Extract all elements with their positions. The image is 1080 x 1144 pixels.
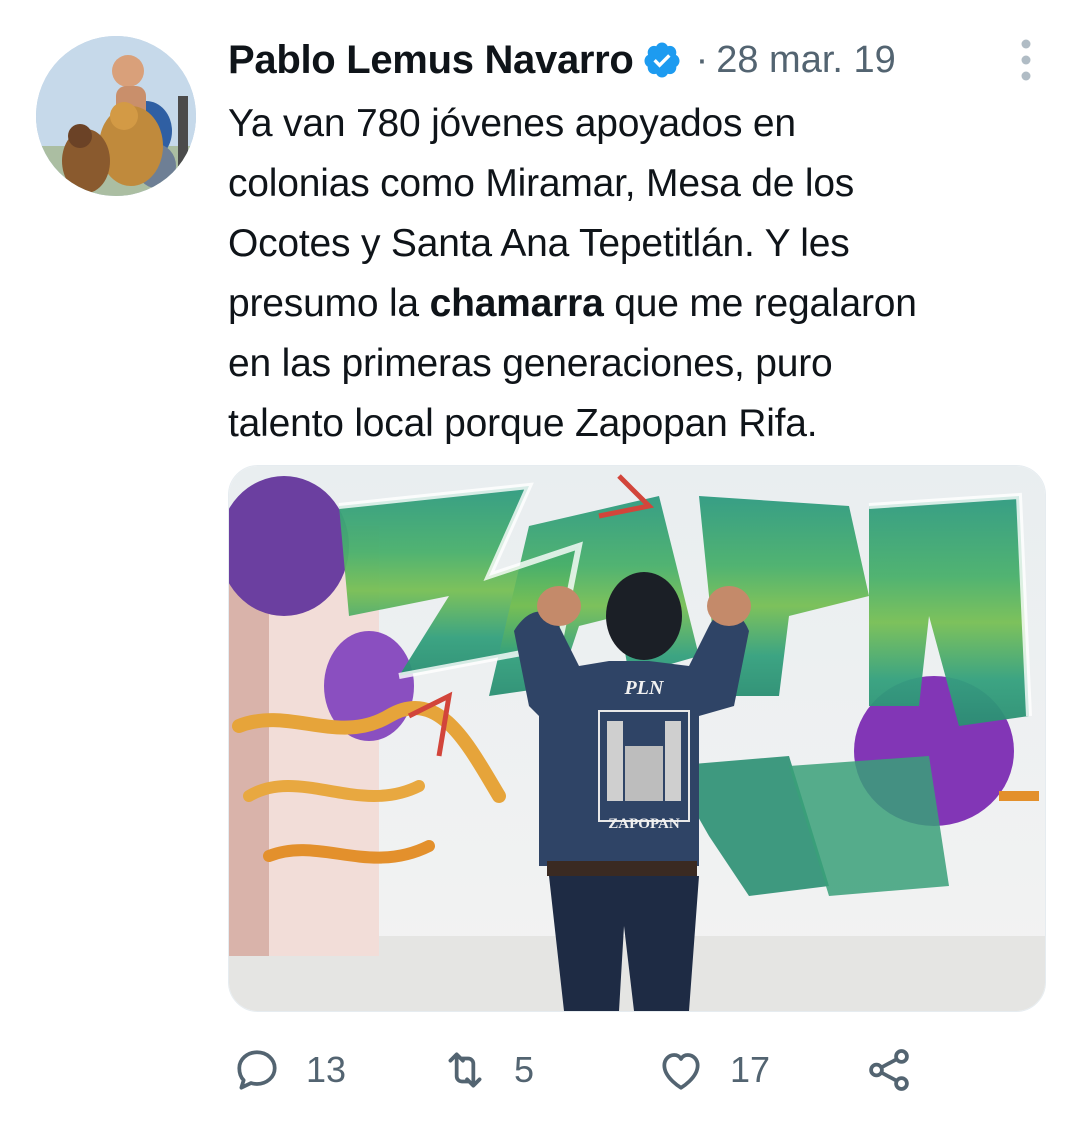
share-icon [869, 1049, 909, 1091]
jacket-text-top: PLN [624, 677, 665, 699]
tweet-text-line: colonias como Miramar, Mesa de los [228, 162, 855, 205]
tweet-actions-bar: 13 5 17 [228, 1040, 988, 1100]
reply-icon [237, 1050, 277, 1090]
verified-badge-icon [644, 42, 680, 78]
author-avatar[interactable] [36, 36, 196, 196]
text-segment: presumo la [228, 282, 419, 325]
tweet-text-line: Ya van 780 jóvenes apoyados en [228, 102, 796, 145]
tweet-text-line: en las primeras generaciones, puro [228, 342, 833, 385]
avatar-photo [36, 36, 196, 196]
more-options-icon[interactable] [1008, 36, 1044, 84]
tweet-text-line: Ocotes y Santa Ana Tepetitlán. Y les [228, 222, 850, 265]
graffiti-photo: PLN ZAPOPAN [229, 466, 1045, 1011]
like-icon [662, 1053, 700, 1090]
share-button[interactable] [864, 1040, 914, 1100]
bold-word: chamarra [429, 282, 604, 325]
reply-count: 13 [306, 1049, 347, 1090]
tweet-text: Ya van 780 jóvenes apoyados en colonias … [228, 94, 1048, 454]
tweet-media-image[interactable]: PLN ZAPOPAN [228, 465, 1046, 1012]
author-name[interactable]: Pablo Lemus Navarro [228, 38, 634, 83]
tweet-text-line: presumo la chamarra que me regalaron [228, 274, 1048, 334]
jacket-text-bottom: ZAPOPAN [608, 816, 680, 832]
text-segment: que me regalaron [614, 282, 917, 325]
tweet-date[interactable]: 28 mar. 19 [716, 39, 896, 82]
tweet-text-line: talento local porque Zapopan Rifa. [228, 402, 818, 445]
tweet-header: Pablo Lemus Navarro · 28 mar. 19 [228, 34, 1044, 86]
retweet-button[interactable]: 5 [440, 1040, 534, 1100]
like-count: 17 [730, 1049, 771, 1090]
like-button[interactable]: 17 [656, 1040, 770, 1100]
reply-button[interactable]: 13 [232, 1040, 346, 1100]
retweet-count: 5 [514, 1049, 535, 1090]
retweet-icon [448, 1052, 482, 1088]
separator-dot: · [695, 38, 709, 81]
